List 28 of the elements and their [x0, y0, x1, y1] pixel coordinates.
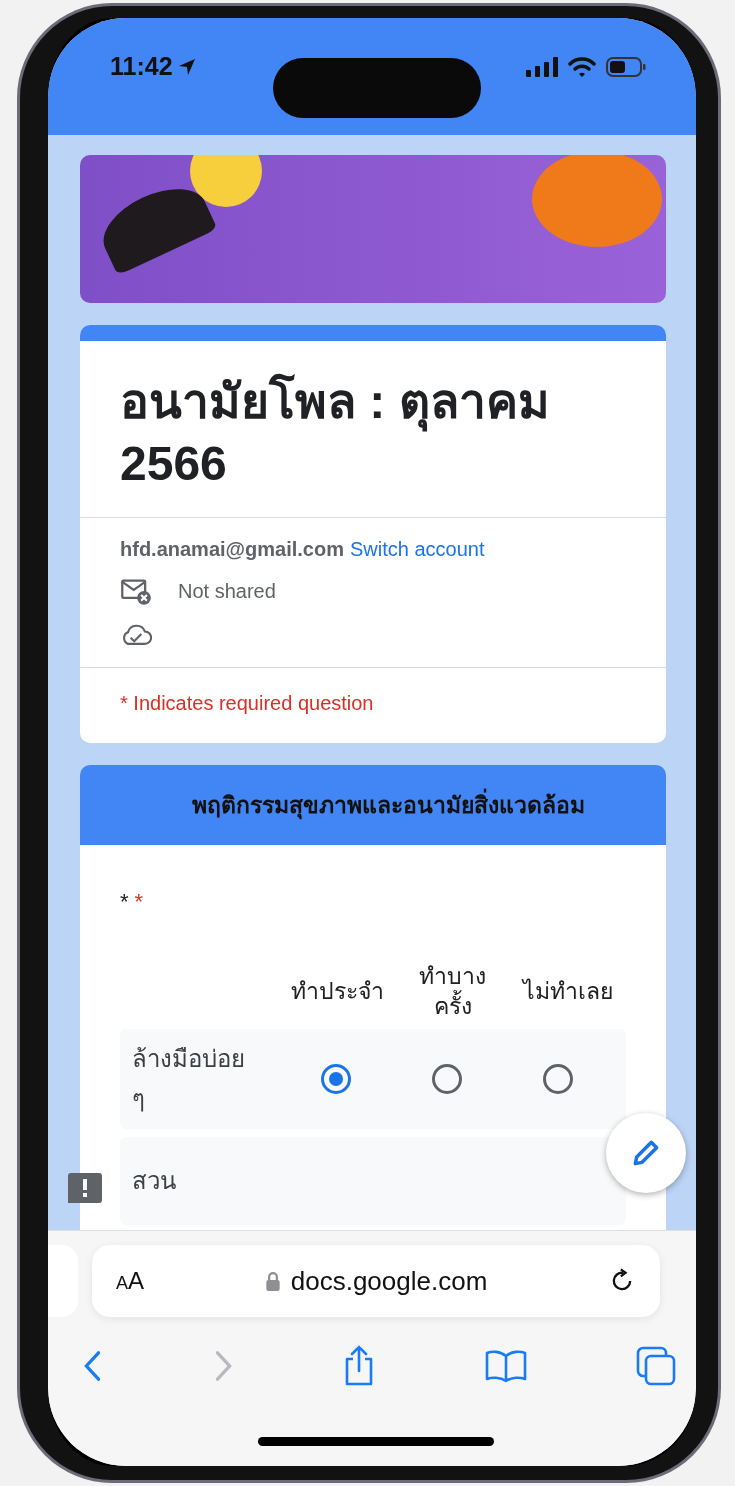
signal-icon [526, 56, 558, 77]
lock-icon [264, 1271, 281, 1291]
radio-button[interactable] [432, 1064, 462, 1094]
required-mark: * [134, 889, 144, 915]
row-label: สวน [132, 1166, 177, 1196]
wifi-icon [568, 56, 596, 77]
mail-cross-icon [120, 577, 152, 605]
tabs-icon[interactable] [636, 1346, 676, 1386]
column-header: ทำบางครั้ง [418, 962, 488, 1021]
address-bar[interactable]: AA docs.google.com [92, 1245, 660, 1317]
feedback-icon[interactable] [68, 1173, 102, 1203]
section-header: พฤติกรรมสุขภาพและอนามัยสิ่งแวดล้อม [80, 765, 666, 845]
radio-button[interactable] [320, 1064, 351, 1094]
battery-icon [606, 56, 646, 77]
bookmarks-icon[interactable] [484, 1349, 528, 1383]
account-email: hfd.anamai@gmail.com [120, 538, 344, 561]
required-note: * Indicates required question [119, 691, 375, 716]
radio-button[interactable] [543, 1064, 574, 1094]
text-size-button[interactable]: AA [116, 1267, 145, 1295]
column-header: ทำประจำ [290, 977, 386, 1006]
form-title: อนามัยโพล : ตุลาคม 2566 [119, 372, 551, 492]
status-time: 11:42 [110, 52, 173, 81]
switch-account-link[interactable]: Switch account [350, 538, 485, 561]
url-text: docs.google.com [290, 1265, 488, 1297]
row-label: ล้างมือบ่อย ๆ [132, 1044, 246, 1114]
question-title: * [120, 889, 129, 915]
sharing-status: Not shared [178, 579, 276, 603]
column-header: ไม่ทำเลย [520, 977, 615, 1006]
